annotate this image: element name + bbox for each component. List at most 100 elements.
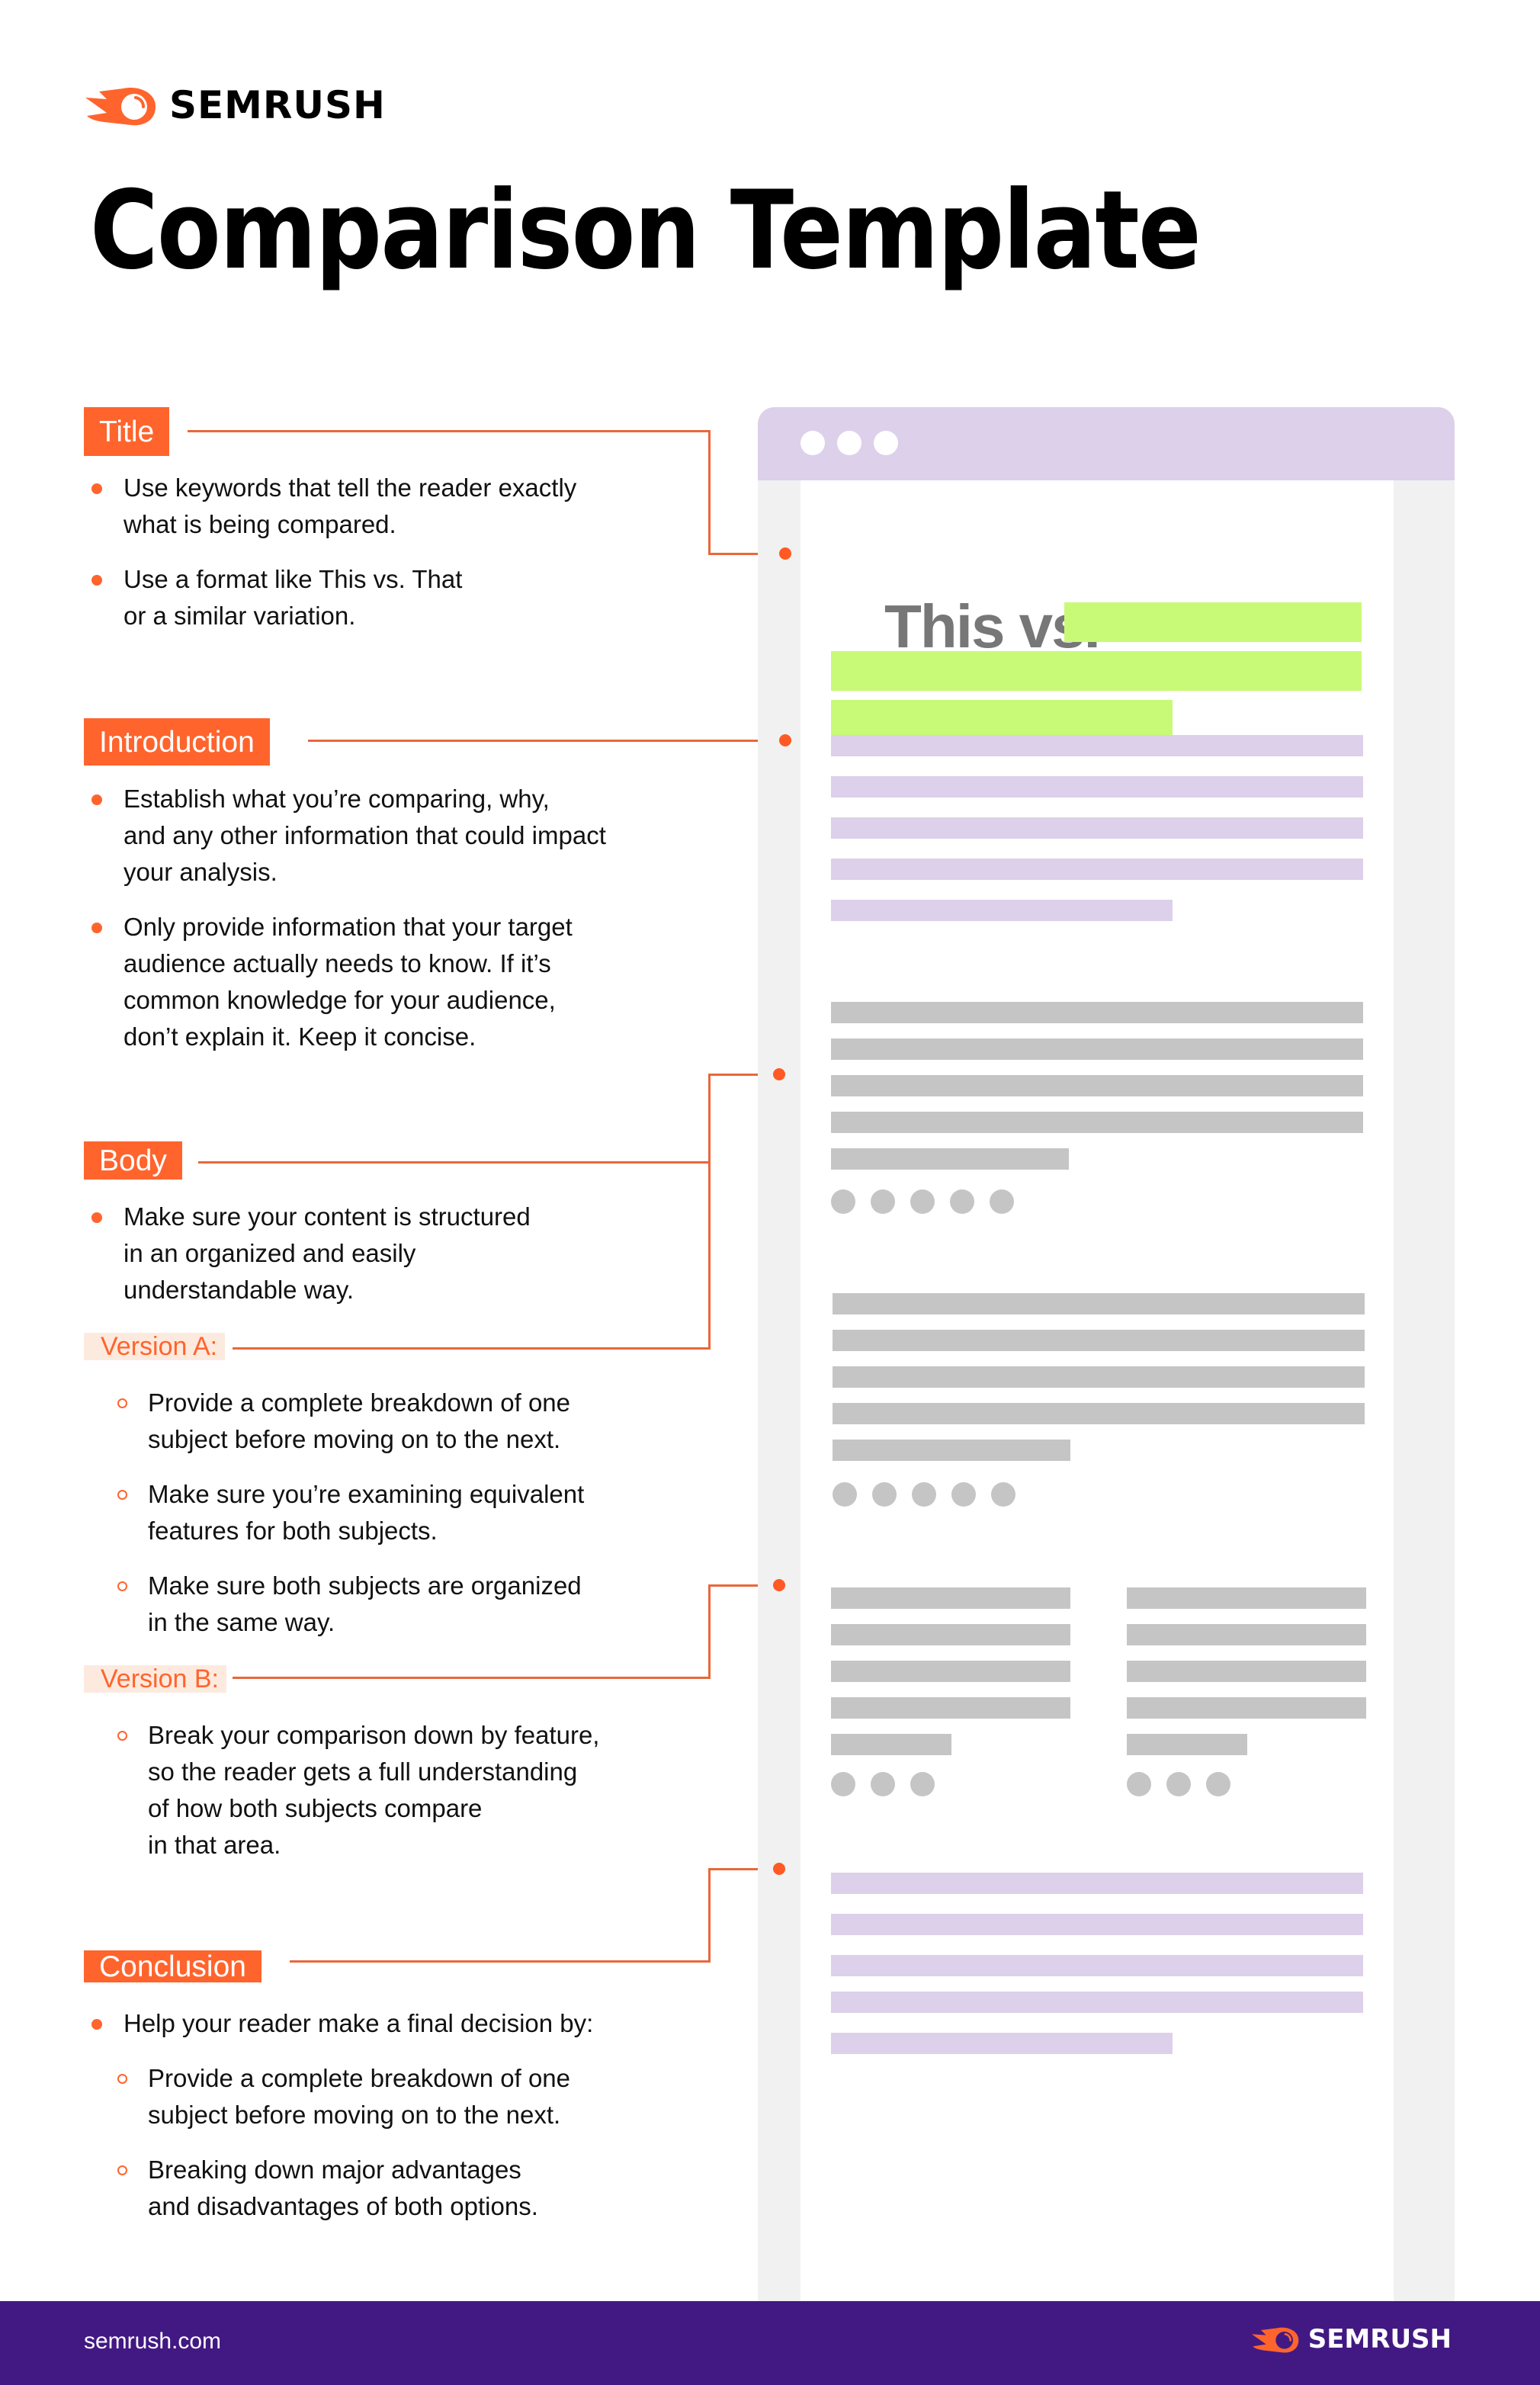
body-line-left: [831, 1624, 1070, 1645]
connector-dot-icon: [773, 1068, 785, 1080]
headline-highlight-bar: [831, 700, 1173, 740]
body-line: [833, 1330, 1365, 1351]
list-item: Use keywords that tell the reader exactl…: [84, 470, 709, 543]
connector-version-b-vertical: [708, 1584, 711, 1679]
conclusion-line: [831, 1955, 1363, 1976]
sub-bullet-icon: [117, 1490, 127, 1500]
connector-title: [188, 430, 711, 432]
browser-mockup: This vs.: [758, 407, 1455, 2301]
semrush-comet-icon: [85, 88, 156, 126]
connector-dot-icon: [773, 1579, 785, 1591]
window-dot-icon: [800, 431, 825, 455]
window-dot-icon: [837, 431, 861, 455]
list-item: Only provide information that your targe…: [84, 909, 709, 1055]
body-line-right: [1127, 1734, 1247, 1755]
placeholder-dot-icon: [833, 1482, 857, 1507]
connector-conclusion: [290, 1960, 711, 1963]
bullet-icon: [91, 794, 102, 805]
list-item: Make sure your content is structured in …: [84, 1199, 709, 1308]
connector-version-b: [233, 1677, 711, 1679]
version-a-list: Provide a complete breakdown of one subj…: [84, 1385, 724, 1641]
list-item: Make sure you’re examining equivalent fe…: [84, 1476, 724, 1549]
connector-dot-icon: [779, 547, 791, 560]
body-line: [831, 1112, 1363, 1133]
conclusion-line: [831, 1992, 1363, 2013]
sub-bullet-icon: [117, 1398, 127, 1408]
connector-body-vertical: [708, 1074, 711, 1350]
version-a-label: Version A:: [84, 1332, 226, 1361]
sub-bullet-icon: [117, 2074, 127, 2084]
conclusion-sub-list: Provide a complete breakdown of one subj…: [84, 2060, 724, 2225]
connector-body: [198, 1161, 711, 1164]
body-line: [831, 1002, 1363, 1023]
sub-bullet-icon: [117, 1731, 127, 1741]
placeholder-dot-icon: [910, 1772, 935, 1796]
introduction-bullet-list: Establish what you’re comparing, why, an…: [84, 781, 709, 1055]
placeholder-dot-icon: [951, 1482, 976, 1507]
browser-titlebar: [758, 407, 1455, 480]
placeholder-dot-icon: [831, 1189, 855, 1214]
placeholder-dot-icon: [871, 1772, 895, 1796]
intro-line: [831, 859, 1363, 880]
placeholder-dot-icon: [950, 1189, 974, 1214]
connector-title-vertical: [708, 430, 711, 555]
window-dot-icon: [874, 431, 898, 455]
conclusion-line: [831, 2033, 1173, 2054]
sub-bullet-icon: [117, 2165, 127, 2175]
body-line: [831, 1038, 1363, 1060]
headline-highlight-bar: [831, 651, 1362, 691]
placeholder-dot-icon: [871, 1189, 895, 1214]
body-line-left: [831, 1661, 1070, 1682]
logo-wordmark: SEMRUSH: [169, 83, 386, 127]
body-line-right: [1127, 1587, 1366, 1609]
page-title: Comparison Template: [90, 168, 1202, 294]
body-line-left: [831, 1697, 1070, 1719]
body-line-right: [1127, 1624, 1366, 1645]
title-bullet-list: Use keywords that tell the reader exactl…: [84, 470, 709, 634]
placeholder-dot-icon: [831, 1772, 855, 1796]
bullet-icon: [91, 2019, 102, 2030]
connector-dot-icon: [773, 1863, 785, 1875]
connector-introduction: [308, 740, 784, 742]
section-label-introduction: Introduction: [84, 718, 270, 766]
bullet-icon: [91, 1212, 102, 1223]
list-item: Establish what you’re comparing, why, an…: [84, 781, 709, 891]
bullet-icon: [91, 483, 102, 494]
list-item: Provide a complete breakdown of one subj…: [84, 2060, 724, 2133]
body-bullet-list: Make sure your content is structured in …: [84, 1199, 709, 1308]
placeholder-dot-icon: [990, 1189, 1014, 1214]
placeholder-dot-icon: [991, 1482, 1015, 1507]
body-line: [831, 1148, 1069, 1170]
footer-logo: SEMRUSH: [1250, 2324, 1452, 2355]
intro-line: [831, 735, 1363, 756]
footer-url-link[interactable]: semrush.com: [84, 2329, 221, 2355]
body-line-right: [1127, 1661, 1366, 1682]
placeholder-dot-icon: [1206, 1772, 1230, 1796]
conclusion-line: [831, 1914, 1363, 1935]
conclusion-bullet-list: Help your reader make a final decision b…: [84, 2005, 724, 2042]
version-b-label: Version B:: [84, 1664, 226, 1693]
body-line-right: [1127, 1697, 1366, 1719]
placeholder-dot-icon: [1166, 1772, 1191, 1796]
body-line: [833, 1440, 1070, 1461]
placeholder-dot-icon: [1127, 1772, 1151, 1796]
sub-bullet-icon: [117, 1581, 127, 1591]
intro-line: [831, 900, 1173, 921]
list-item: Provide a complete breakdown of one subj…: [84, 1385, 724, 1458]
body-line-left: [831, 1734, 951, 1755]
footer: semrush.com SEMRUSH: [0, 2301, 1540, 2385]
semrush-logo: SEMRUSH: [84, 82, 386, 128]
bullet-icon: [91, 923, 102, 933]
version-b-list: Break your comparison down by feature, s…: [84, 1717, 724, 1863]
bullet-icon: [91, 575, 102, 586]
list-item: Breaking down major advantages and disad…: [84, 2152, 724, 2225]
semrush-comet-icon: [1251, 2327, 1299, 2353]
placeholder-dot-icon: [910, 1189, 935, 1214]
connector-conclusion-vertical: [708, 1868, 711, 1963]
list-item: Help your reader make a final decision b…: [84, 2005, 724, 2042]
conclusion-line: [831, 1873, 1363, 1894]
list-item: Make sure both subjects are organized in…: [84, 1568, 724, 1641]
section-label-conclusion: Conclusion: [84, 1950, 261, 1982]
headline-highlight-bar: [1064, 602, 1362, 642]
body-line-left: [831, 1587, 1070, 1609]
